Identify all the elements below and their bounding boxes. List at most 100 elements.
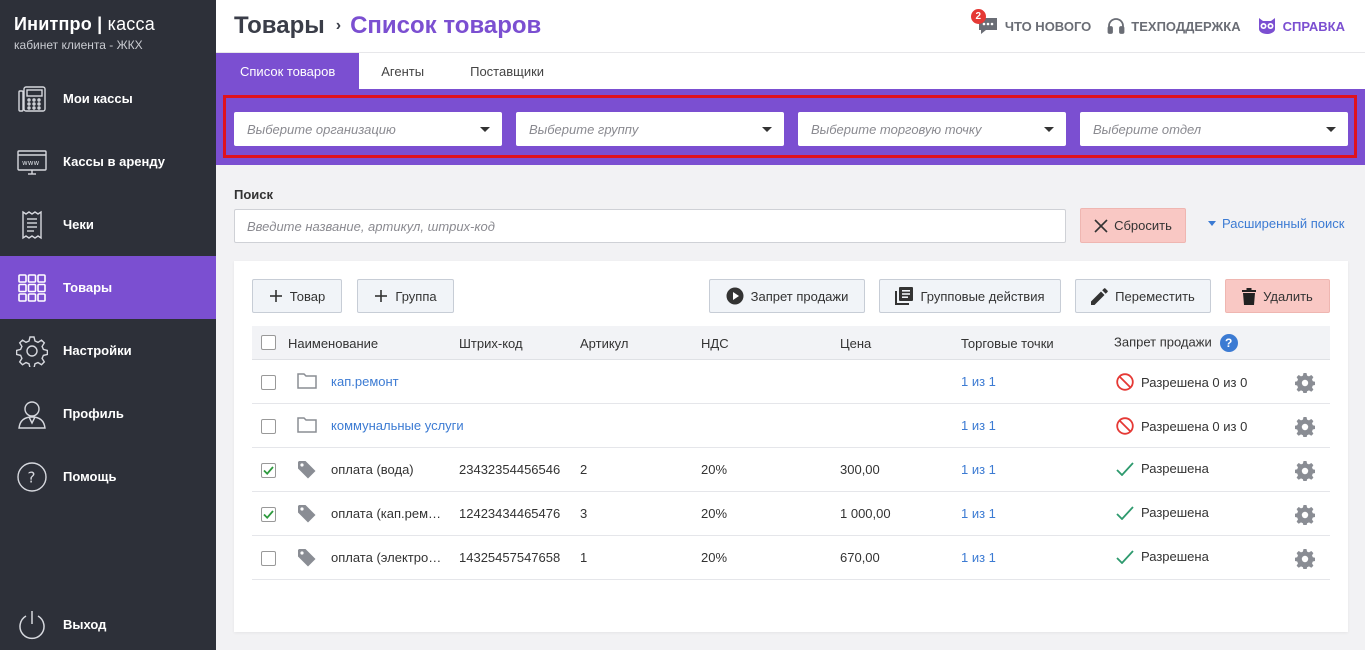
row-checkbox[interactable]	[261, 463, 276, 478]
tag-icon	[298, 549, 316, 567]
sidebar-bottom: Выход	[0, 593, 216, 650]
whats-new-link[interactable]: 2 ЧТО НОВОГО	[970, 9, 1091, 36]
help-circle-icon[interactable]: ?	[1219, 334, 1238, 352]
col-article[interactable]: Артикул	[580, 336, 628, 351]
sidebar-item-rent-registers[interactable]: www Кассы в аренду	[0, 130, 216, 193]
grid-icon	[16, 272, 48, 304]
row-article: 1	[580, 550, 588, 565]
group-actions-label: Групповые действия	[920, 288, 1045, 304]
row-settings-gear-icon[interactable]	[1295, 373, 1315, 393]
row-checkbox[interactable]	[261, 507, 276, 522]
advanced-search-link[interactable]: Расширенный поиск	[1208, 216, 1344, 231]
group-actions-button[interactable]: Групповые действия	[879, 279, 1061, 313]
support-label: ТЕХПОДДЕРЖКА	[1131, 18, 1241, 34]
organization-select-placeholder: Выберите организацию	[247, 121, 396, 137]
add-group-button[interactable]: Группа	[357, 279, 454, 313]
row-settings-gear-icon[interactable]	[1295, 417, 1315, 437]
brand-name-bold: Инитпро	[14, 14, 92, 34]
sidebar-item-profile[interactable]: Профиль	[0, 382, 216, 445]
row-sale-status: Разрешена	[1116, 505, 1209, 520]
tab-agents[interactable]: Агенты	[359, 53, 448, 90]
filter-bar: Выберите организацию Выберите группу Выб…	[216, 89, 1365, 165]
row-barcode: 23432354456546	[459, 462, 561, 477]
table-row[interactable]: оплата (кап.рем… 12423434465476 3 20% 1 …	[252, 492, 1330, 536]
row-trade-points[interactable]: 1 из 1	[961, 374, 996, 389]
sidebar-item-label: Настройки	[63, 343, 132, 358]
sidebar-item-label: Помощь	[63, 469, 117, 484]
row-trade-points[interactable]: 1 из 1	[961, 418, 996, 433]
row-name[interactable]: коммунальные услуги	[331, 418, 464, 433]
col-price[interactable]: Цена	[840, 336, 871, 351]
caret-down-icon	[1208, 221, 1216, 226]
row-status-label: Разрешена	[1141, 549, 1209, 564]
delete-button[interactable]: Удалить	[1225, 279, 1330, 313]
row-name[interactable]: оплата (вода)	[331, 462, 414, 477]
caret-down-icon	[1044, 127, 1054, 132]
brand: Инитпро | касса кабинет клиента - ЖКХ	[14, 14, 155, 52]
brand-name: Инитпро | касса	[14, 14, 155, 35]
support-link[interactable]: ТЕХПОДДЕРЖКА	[1107, 17, 1241, 35]
row-trade-points[interactable]: 1 из 1	[961, 550, 996, 565]
col-sale-ban: Запрет продажи?	[1114, 334, 1238, 352]
chat-icon: 2	[970, 9, 999, 36]
row-settings-gear-icon[interactable]	[1295, 505, 1315, 525]
tab-product-list[interactable]: Список товаров	[216, 53, 360, 90]
search-input[interactable]	[234, 209, 1066, 243]
row-checkbox[interactable]	[261, 375, 276, 390]
sidebar-item-logout[interactable]: Выход	[0, 593, 216, 650]
sidebar-item-products[interactable]: Товары	[0, 256, 216, 319]
help-link[interactable]: СПРАВКА	[1257, 17, 1345, 35]
row-trade-points[interactable]: 1 из 1	[961, 462, 996, 477]
tab-suppliers[interactable]: Поставщики	[448, 53, 566, 90]
row-price: 300,00	[840, 462, 880, 477]
caret-down-icon	[762, 127, 772, 132]
tag-icon	[298, 505, 316, 523]
col-barcode[interactable]: Штрих-код	[459, 336, 523, 351]
department-select[interactable]: Выберите отдел	[1080, 112, 1348, 146]
organization-select[interactable]: Выберите организацию	[234, 112, 502, 146]
ban-sale-button[interactable]: Запрет продажи	[709, 279, 865, 313]
table-row[interactable]: оплата (вода) 23432354456546 2 20% 300,0…	[252, 448, 1330, 492]
trade-point-select[interactable]: Выберите торговую точку	[798, 112, 1066, 146]
sidebar-item-receipts[interactable]: Чеки	[0, 193, 216, 256]
add-product-label: Товар	[289, 288, 326, 304]
headset-icon	[1107, 18, 1125, 34]
svg-text:?: ?	[28, 468, 36, 486]
table-row[interactable]: оплата (электро… 14325457547658 1 20% 67…	[252, 536, 1330, 580]
sidebar-item-help[interactable]: ? Помощь	[0, 445, 216, 508]
row-checkbox[interactable]	[261, 419, 276, 434]
col-name[interactable]: Наименование	[288, 336, 378, 351]
row-article: 3	[580, 506, 588, 521]
breadcrumb-root[interactable]: Товары	[234, 12, 325, 40]
row-vat: 20%	[701, 462, 728, 477]
row-name[interactable]: кап.ремонт	[331, 374, 399, 389]
sidebar-nav: Мои кассы www Кассы в аренду Чеки Товары…	[0, 67, 216, 508]
row-settings-gear-icon[interactable]	[1295, 549, 1315, 569]
help-label: СПРАВКА	[1282, 18, 1345, 34]
group-select[interactable]: Выберите группу	[516, 112, 784, 146]
checkmark-icon	[263, 510, 274, 520]
row-barcode: 12423434465476	[459, 506, 561, 521]
table-row[interactable]: кап.ремонт 1 из 1 Разрешена 0 из 0	[252, 360, 1330, 404]
sidebar-item-settings[interactable]: Настройки	[0, 319, 216, 382]
row-name[interactable]: оплата (электро…	[331, 550, 441, 565]
add-product-button[interactable]: Товар	[252, 279, 342, 313]
select-all-checkbox[interactable]	[261, 335, 276, 350]
receipt-icon	[16, 209, 48, 241]
col-vat[interactable]: НДС	[701, 336, 729, 351]
row-settings-gear-icon[interactable]	[1295, 461, 1315, 481]
row-trade-points[interactable]: 1 из 1	[961, 506, 996, 521]
col-trade-points[interactable]: Торговые точки	[961, 336, 1054, 351]
caret-down-icon	[480, 127, 490, 132]
library-icon	[895, 287, 914, 305]
reset-button[interactable]: Сбросить	[1080, 208, 1186, 243]
row-checkbox[interactable]	[261, 551, 276, 566]
table-row[interactable]: коммунальные услуги 1 из 1 Разрешена 0 и…	[252, 404, 1330, 448]
move-button[interactable]: Переместить	[1075, 279, 1211, 313]
gear-icon	[16, 335, 48, 367]
ban-icon	[1116, 373, 1134, 391]
sidebar-item-my-registers[interactable]: Мои кассы	[0, 67, 216, 130]
row-name[interactable]: оплата (кап.рем…	[331, 506, 441, 521]
www-monitor-icon: www	[16, 146, 48, 178]
header: Товары › Список товаров 2 ЧТО НОВОГО ТЕХ…	[216, 0, 1365, 52]
